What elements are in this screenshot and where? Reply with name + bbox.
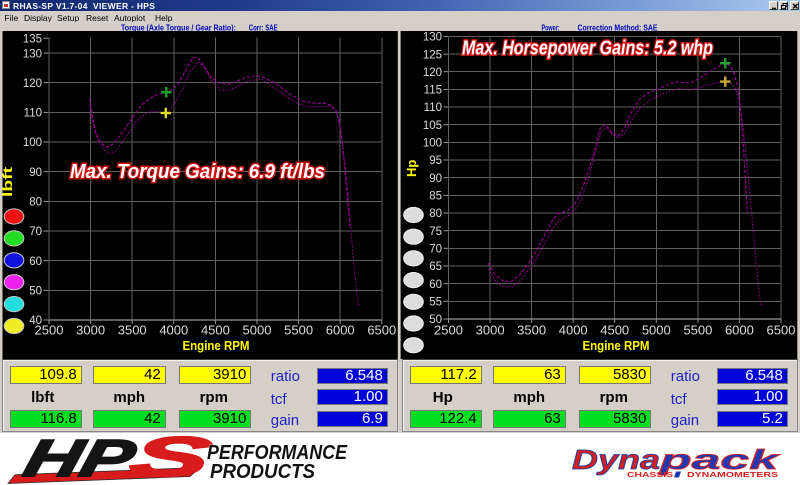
svg-text:60: 60 bbox=[29, 256, 42, 268]
svg-text:2500: 2500 bbox=[434, 323, 463, 338]
svg-text:65: 65 bbox=[429, 261, 442, 273]
svg-text:6000: 6000 bbox=[326, 323, 355, 338]
svg-text:4500: 4500 bbox=[201, 323, 230, 338]
svg-text:Max. Horsepower Gains: 5.2 wh: Max. Horsepower Gains: 5.2 whp bbox=[462, 38, 713, 60]
svg-text:6500: 6500 bbox=[367, 323, 396, 338]
svg-text:105: 105 bbox=[423, 120, 442, 132]
svg-text:3000: 3000 bbox=[76, 323, 105, 338]
svg-text:6500: 6500 bbox=[767, 323, 796, 338]
svg-text:55: 55 bbox=[429, 297, 442, 309]
svg-text:lbft: lbft bbox=[0, 166, 15, 197]
svg-text:5000: 5000 bbox=[243, 323, 272, 338]
svg-text:80: 80 bbox=[429, 208, 442, 220]
svg-text:3500: 3500 bbox=[517, 323, 546, 338]
svg-text:6000: 6000 bbox=[725, 323, 754, 338]
svg-text:CHASSIS: CHASSIS bbox=[627, 472, 673, 479]
svg-text:PRODUCTS: PRODUCTS bbox=[210, 461, 316, 483]
svg-text:95: 95 bbox=[429, 155, 442, 167]
svg-text:Dyna: Dyna bbox=[572, 444, 660, 475]
svg-text:Max. Torque Gains: 6.9 ft/lbs: Max. Torque Gains: 6.9 ft/lbs bbox=[70, 161, 325, 183]
svg-text:4000: 4000 bbox=[559, 323, 588, 338]
svg-text:130: 130 bbox=[23, 48, 42, 60]
svg-text:4500: 4500 bbox=[600, 323, 629, 338]
svg-text:110: 110 bbox=[24, 108, 42, 120]
svg-text:HP: HP bbox=[18, 433, 142, 485]
svg-text:3000: 3000 bbox=[476, 323, 505, 338]
svg-text:S: S bbox=[124, 433, 218, 485]
svg-text:3500: 3500 bbox=[118, 323, 147, 338]
svg-text:130: 130 bbox=[423, 32, 442, 44]
svg-text:5500: 5500 bbox=[284, 323, 313, 338]
svg-text:110: 110 bbox=[424, 102, 442, 114]
svg-text:70: 70 bbox=[429, 244, 442, 256]
svg-text:85: 85 bbox=[429, 191, 442, 203]
svg-text:Hp: Hp bbox=[404, 160, 419, 177]
svg-text:DYNAMOMETERS: DYNAMOMETERS bbox=[687, 472, 778, 479]
svg-text:Engine RPM: Engine RPM bbox=[183, 339, 250, 353]
svg-text:Engine RPM: Engine RPM bbox=[583, 339, 650, 353]
svg-text:80: 80 bbox=[29, 197, 42, 209]
svg-text:100: 100 bbox=[423, 138, 442, 150]
svg-text:120: 120 bbox=[23, 78, 42, 90]
svg-text:50: 50 bbox=[29, 286, 42, 298]
svg-text:90: 90 bbox=[29, 167, 42, 179]
svg-text:75: 75 bbox=[429, 226, 442, 238]
svg-text:2500: 2500 bbox=[35, 323, 64, 338]
svg-text:120: 120 bbox=[423, 67, 442, 79]
svg-text:100: 100 bbox=[23, 137, 42, 149]
svg-text:125: 125 bbox=[423, 49, 442, 61]
svg-text:5000: 5000 bbox=[642, 323, 671, 338]
svg-text:5500: 5500 bbox=[683, 323, 712, 338]
svg-text:70: 70 bbox=[29, 226, 42, 238]
svg-text:135: 135 bbox=[23, 33, 42, 45]
svg-text:60: 60 bbox=[429, 279, 442, 291]
svg-text:pack: pack bbox=[658, 444, 780, 475]
svg-text:90: 90 bbox=[429, 173, 442, 185]
svg-text:4000: 4000 bbox=[159, 323, 188, 338]
svg-text:115: 115 bbox=[424, 85, 442, 97]
